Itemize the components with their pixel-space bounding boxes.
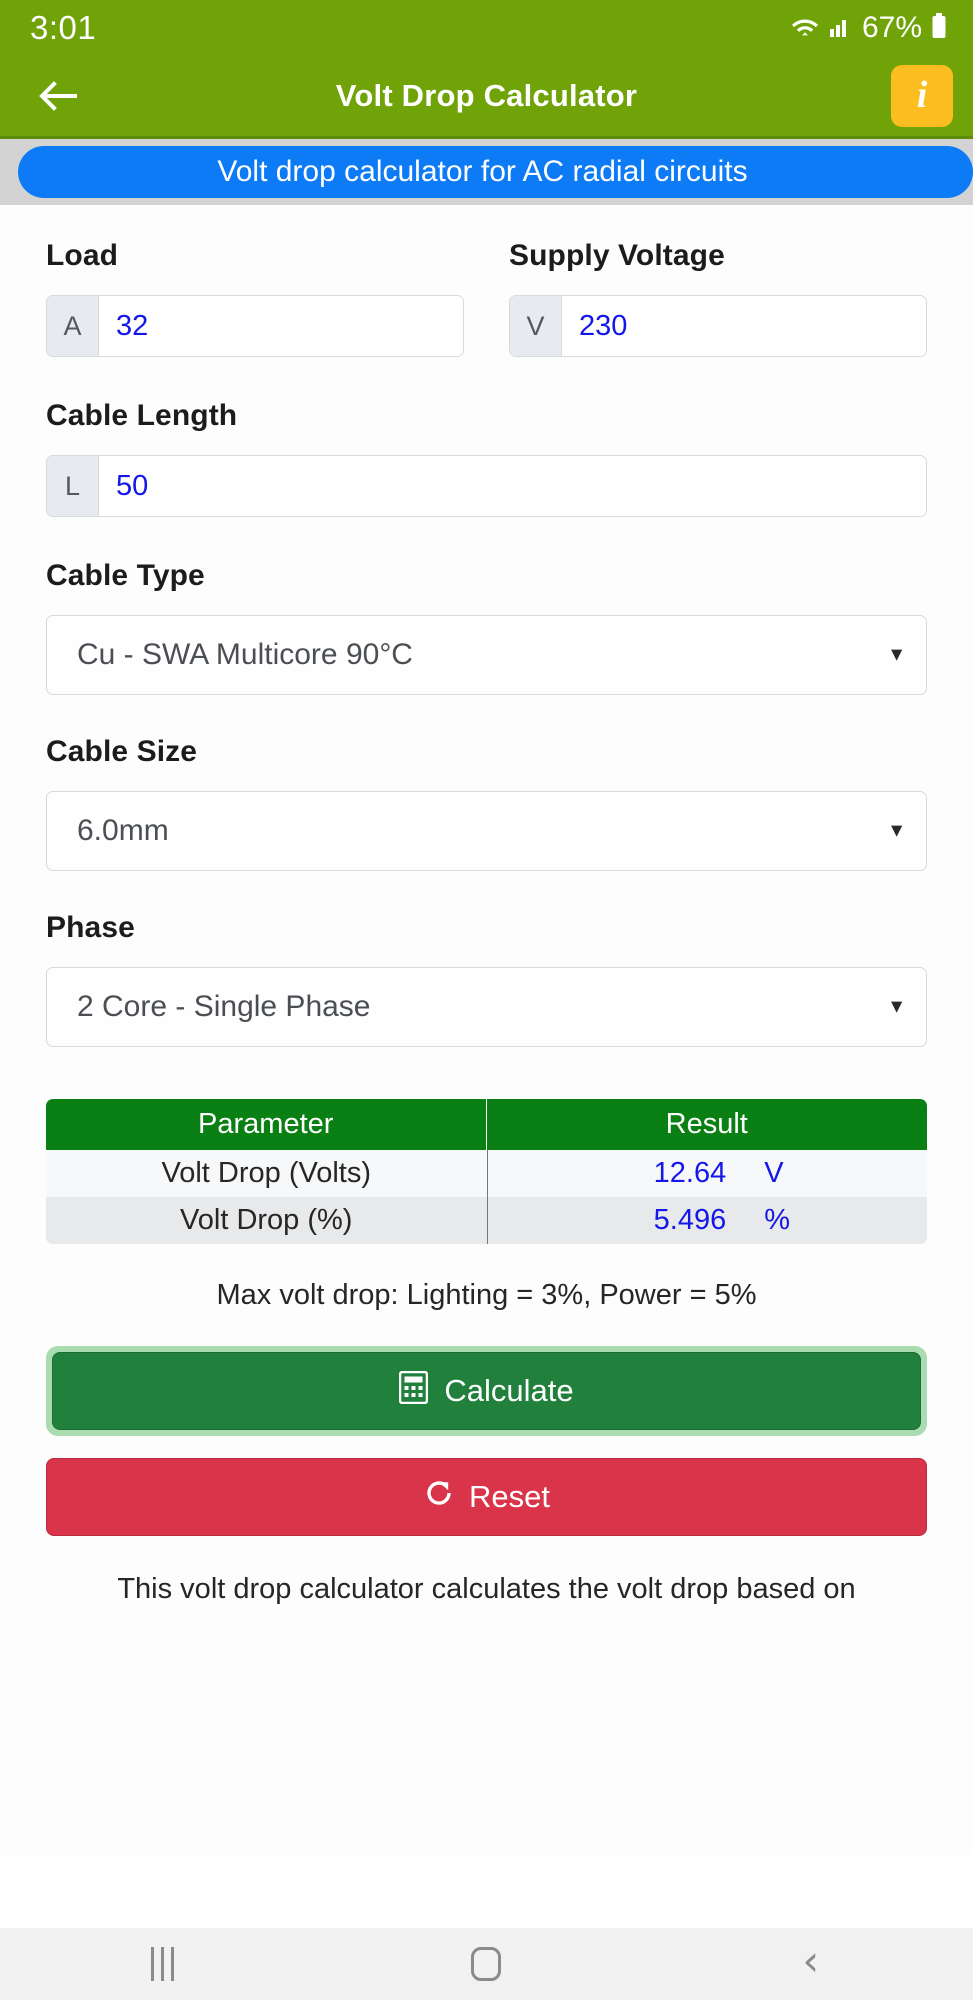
result-cell: 12.64 V [486, 1150, 927, 1197]
recents-icon [150, 1947, 174, 1981]
max-volt-drop-note: Max volt drop: Lighting = 3%, Power = 5% [216, 1279, 757, 1311]
subtitle-banner: Volt drop calculator for AC radial circu… [18, 146, 973, 198]
status-time: 3:01 [30, 9, 97, 46]
back-arrow-icon[interactable] [30, 66, 90, 126]
table-header-result: Result [486, 1099, 927, 1150]
battery-icon [931, 12, 947, 44]
info-icon: i [916, 74, 928, 116]
description-text: This volt drop calculator calculates the… [117, 1573, 856, 1605]
field-supply-voltage: Supply Voltage V 230 [509, 239, 927, 357]
field-cable-size: Cable Size 6.0mm ▼ [46, 735, 927, 871]
cellular-signal-icon [829, 14, 853, 43]
chevron-down-icon: ▼ [887, 644, 906, 666]
load-unit-prefix: A [47, 296, 99, 356]
page-title: Volt Drop Calculator [335, 78, 638, 113]
result-cell: 5.496 % [486, 1197, 927, 1244]
banner-container: Volt drop calculator for AC radial circu… [0, 139, 973, 205]
label-phase: Phase [46, 911, 135, 944]
chevron-down-icon: ▼ [887, 996, 906, 1018]
row-load-voltage: Load A 32 Supply Voltage V 230 [46, 239, 927, 357]
result-parameter-label: Volt Drop (Volts) [46, 1150, 487, 1197]
supply-voltage-input-group[interactable]: V 230 [509, 295, 927, 357]
back-button[interactable]: ‹ [751, 1928, 871, 2000]
label-supply-voltage: Supply Voltage [509, 239, 725, 272]
cable-length-input-group[interactable]: L 50 [46, 455, 927, 517]
home-icon [471, 1947, 502, 1981]
table-row: Volt Drop (Volts) 12.64 V [46, 1150, 927, 1197]
refresh-icon [423, 1477, 455, 1517]
result-value: 5.496 [653, 1204, 727, 1236]
back-chevron-icon: ‹ [802, 1936, 820, 1985]
label-cable-length: Cable Length [46, 399, 238, 432]
cable-size-value: 6.0mm [77, 814, 169, 847]
phone-screen: 3:01 67% Volt Drop Calculator i Volt dro… [0, 0, 973, 2000]
supply-voltage-unit-prefix: V [510, 296, 562, 356]
supply-voltage-input[interactable]: 230 [562, 296, 926, 356]
load-input-group[interactable]: A 32 [46, 295, 464, 357]
label-cable-size: Cable Size [46, 735, 198, 768]
field-cable-type: Cable Type Cu - SWA Multicore 90°C ▼ [46, 559, 927, 695]
calculator-icon [399, 1370, 429, 1412]
scroll-fade-overlay [0, 1838, 973, 1928]
status-bar: 3:01 67% [0, 0, 973, 56]
status-icons: 67% [790, 11, 947, 45]
phase-select[interactable]: 2 Core - Single Phase ▼ [46, 967, 927, 1047]
cable-type-select[interactable]: Cu - SWA Multicore 90°C ▼ [46, 615, 927, 695]
field-phase: Phase 2 Core - Single Phase ▼ [46, 911, 927, 1047]
label-cable-type: Cable Type [46, 559, 205, 592]
calculate-button[interactable]: Calculate [52, 1352, 921, 1430]
form-content: Load A 32 Supply Voltage V 230 Cable Len… [0, 205, 973, 1928]
table-header-parameter: Parameter [46, 1099, 487, 1150]
table-header-row: Parameter Result [46, 1099, 927, 1150]
info-button[interactable]: i [891, 65, 953, 127]
battery-percent-label: 67% [861, 11, 922, 44]
cable-length-input[interactable]: 50 [99, 456, 926, 516]
field-cable-length: Cable Length L 50 [46, 399, 927, 517]
calculate-button-label: Calculate [444, 1373, 574, 1408]
field-load: Load A 32 [46, 239, 464, 357]
app-bar: Volt Drop Calculator i [0, 56, 973, 139]
cable-type-value: Cu - SWA Multicore 90°C [77, 638, 413, 671]
calculate-focus-ring: Calculate [46, 1346, 927, 1436]
chevron-down-icon: ▼ [887, 820, 906, 842]
android-nav-bar: ‹ [0, 1928, 973, 2000]
phase-value: 2 Core - Single Phase [77, 990, 371, 1023]
result-parameter-label: Volt Drop (%) [46, 1197, 487, 1244]
reset-button-label: Reset [469, 1479, 550, 1514]
results-table: Parameter Result Volt Drop (Volts) 12.64… [46, 1099, 927, 1244]
label-load: Load [46, 239, 119, 272]
cable-length-unit-prefix: L [47, 456, 99, 516]
table-row: Volt Drop (%) 5.496 % [46, 1197, 927, 1244]
result-value: 12.64 [653, 1157, 727, 1189]
wifi-icon [790, 14, 820, 43]
reset-button[interactable]: Reset [46, 1458, 927, 1536]
cable-size-select[interactable]: 6.0mm ▼ [46, 791, 927, 871]
recents-button[interactable] [102, 1928, 222, 2000]
home-button[interactable] [426, 1928, 546, 2000]
result-unit: V [764, 1157, 784, 1189]
load-input[interactable]: 32 [99, 296, 463, 356]
result-unit: % [764, 1204, 791, 1236]
